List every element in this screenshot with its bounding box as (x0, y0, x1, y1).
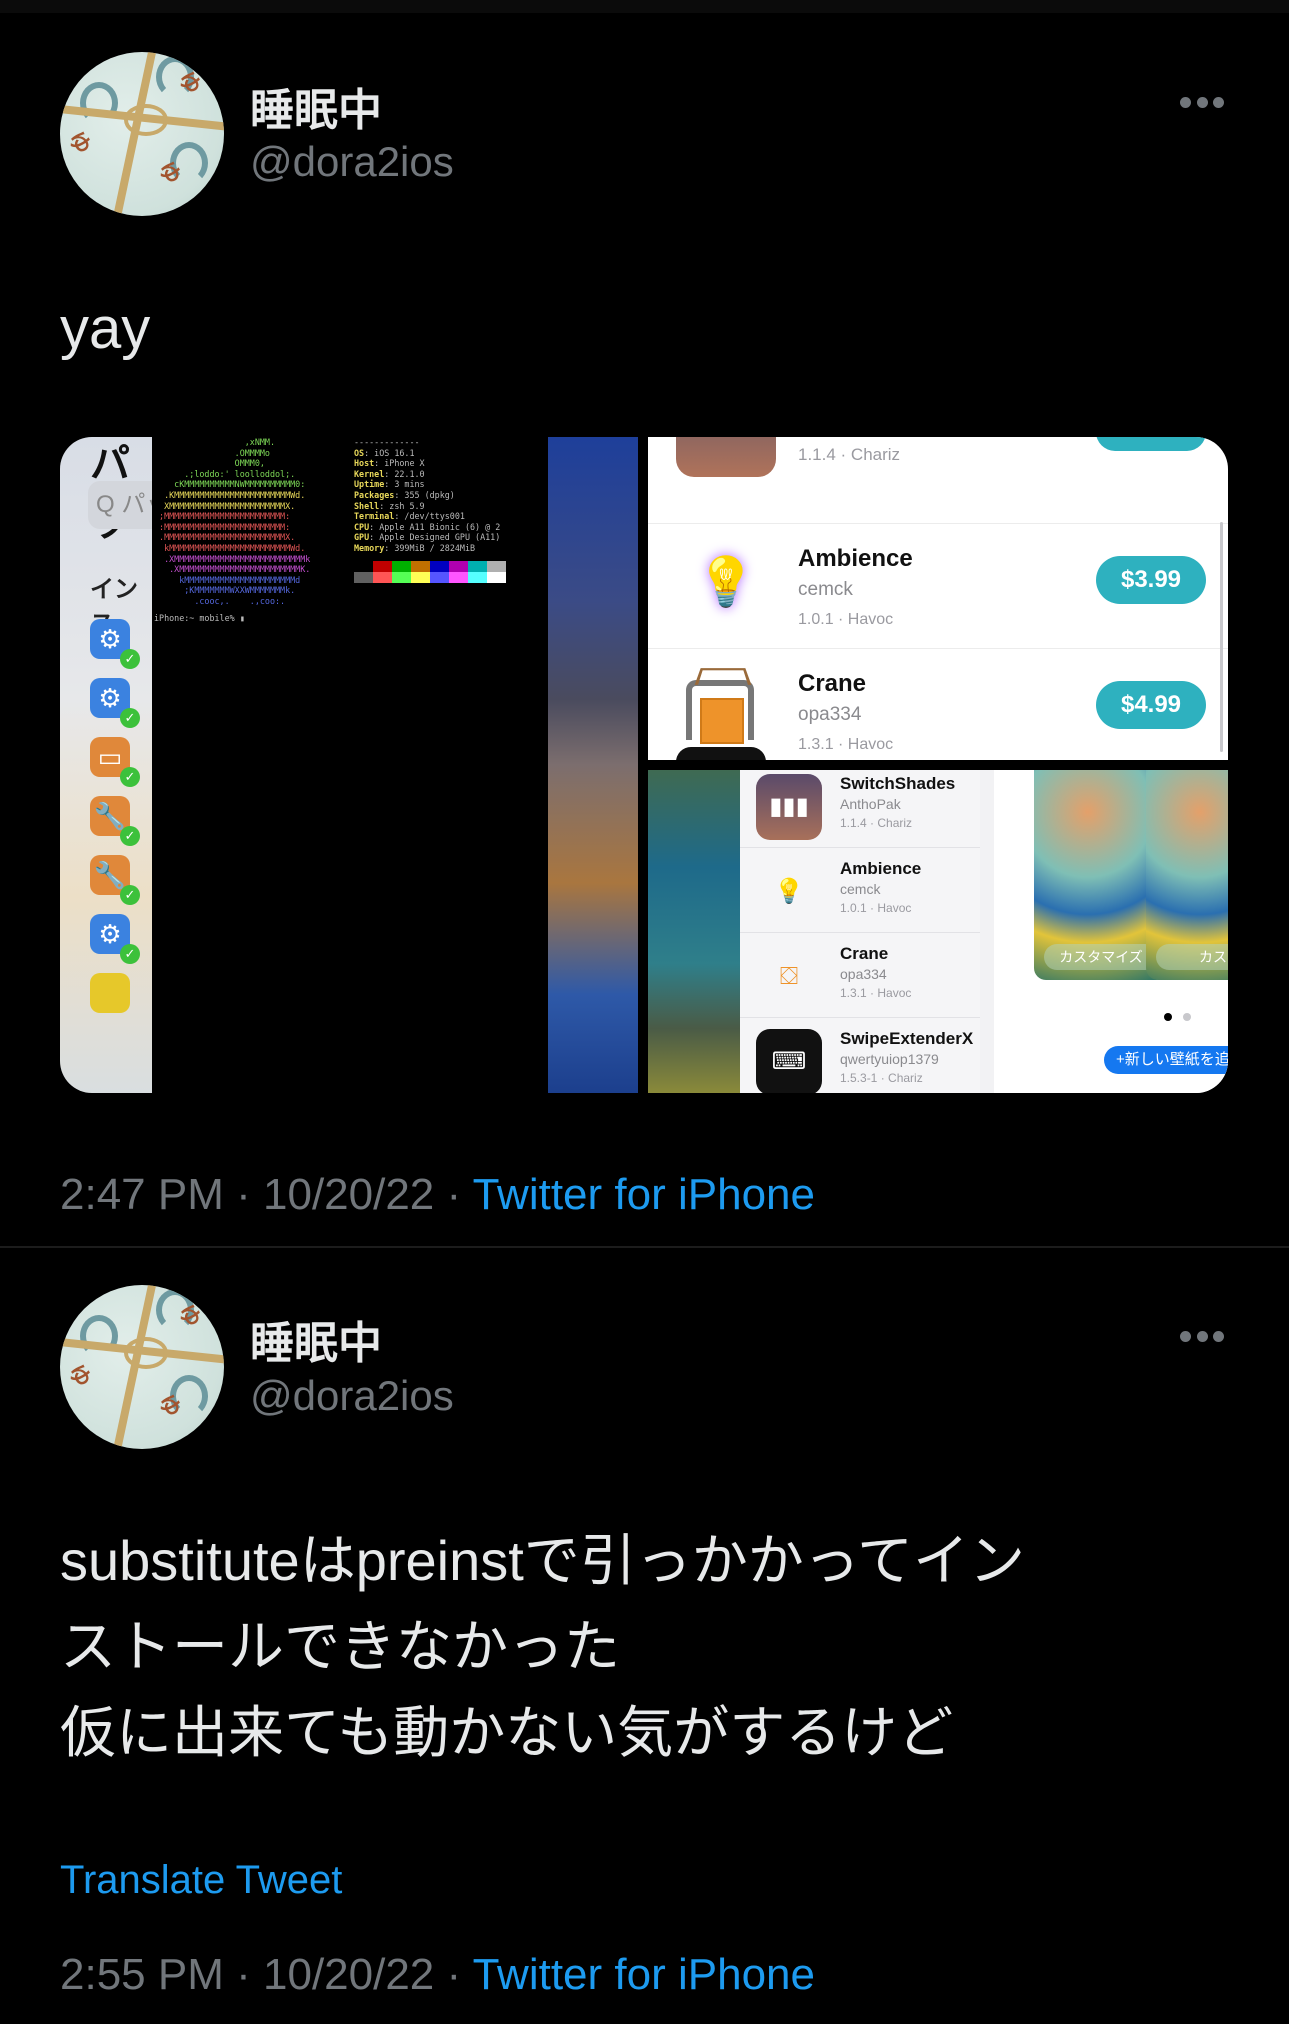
display-name[interactable]: 睡眠中 (250, 1307, 382, 1371)
avatar-pattern: ゆ (63, 1359, 97, 1392)
tweet: ゆ ゆ ゆ 睡眠中 @dora2ios substituteはpreinstで引… (0, 0, 1289, 2024)
tweet-text: substituteはpreinstで引っかかってイン ストールできなかった 仮… (60, 1518, 1025, 1776)
translate-tweet-link[interactable]: Translate Tweet (60, 1858, 342, 1903)
tweet-time: 2:55 PM (60, 1950, 224, 1999)
tweet-date: 10/20/22 (263, 1950, 435, 1999)
separator: · (236, 1950, 251, 1999)
tweet-source-link[interactable]: Twitter for iPhone (473, 1950, 815, 1999)
avatar[interactable]: ゆ ゆ ゆ (60, 1285, 224, 1449)
more-options-icon[interactable] (1180, 1331, 1224, 1345)
handle[interactable]: @dora2ios (250, 1372, 454, 1420)
tweet-text-line: substituteはpreinstで引っかかってイン (60, 1529, 1025, 1592)
separator: · (446, 1950, 462, 1999)
avatar-bow (124, 1337, 168, 1369)
tweet-text-line: 仮に出来ても動かない気がするけど (60, 1701, 954, 1764)
tweet-text-line: ストールできなかった (60, 1615, 620, 1678)
tweet-meta: 2:55 PM · 10/20/22 · Twitter for iPhone (60, 1950, 815, 2000)
